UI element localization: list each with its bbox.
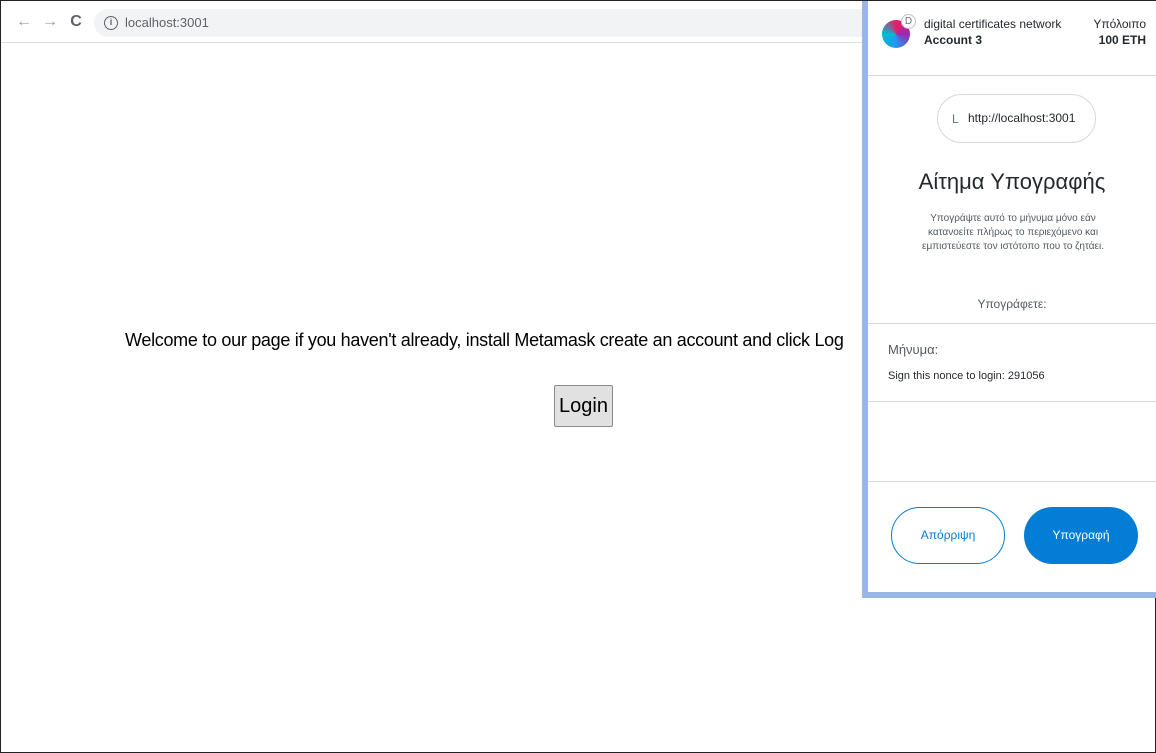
reload-icon[interactable]: C <box>67 13 85 31</box>
message-label: Μήνυμα: <box>888 342 939 357</box>
forward-arrow-icon[interactable]: → <box>41 13 59 31</box>
reject-button[interactable]: Απόρριψη <box>891 507 1005 564</box>
origin-initial-icon: L <box>952 112 959 126</box>
sign-button[interactable]: Υπογραφή <box>1024 507 1138 564</box>
login-button[interactable]: Login <box>554 385 613 427</box>
balance-value: 100 ETH <box>1098 33 1146 47</box>
divider <box>868 401 1156 402</box>
message-value: Sign this nonce to login: 291056 <box>888 370 1045 382</box>
welcome-text: Welcome to our page if you haven't alrea… <box>125 330 844 350</box>
signature-warning-text: Υπογράψτε αυτό το μήνυμα μόνο εάν κατανο… <box>922 213 1104 252</box>
request-origin: L http://localhost:3001 <box>937 94 1096 143</box>
divider <box>868 481 1156 482</box>
divider <box>868 323 1156 324</box>
address-bar-url[interactable]: localhost:3001 <box>125 15 209 30</box>
popup-header: D digital certificates network Account 3… <box>868 1 1156 76</box>
network-site-icon: D <box>901 14 916 29</box>
signature-request-title: Αίτημα Υπογραφής <box>918 169 1106 194</box>
balance-label: Υπόλοιπο <box>1093 17 1146 31</box>
metamask-popup: D digital certificates network Account 3… <box>862 1 1156 598</box>
account-name: Account 3 <box>924 33 983 47</box>
site-info-icon[interactable]: i <box>104 16 118 30</box>
origin-url: http://localhost:3001 <box>968 111 1076 125</box>
network-name: digital certificates network <box>924 17 1062 31</box>
signing-label: Υπογράφετε: <box>977 297 1047 311</box>
back-arrow-icon[interactable]: ← <box>15 13 33 31</box>
